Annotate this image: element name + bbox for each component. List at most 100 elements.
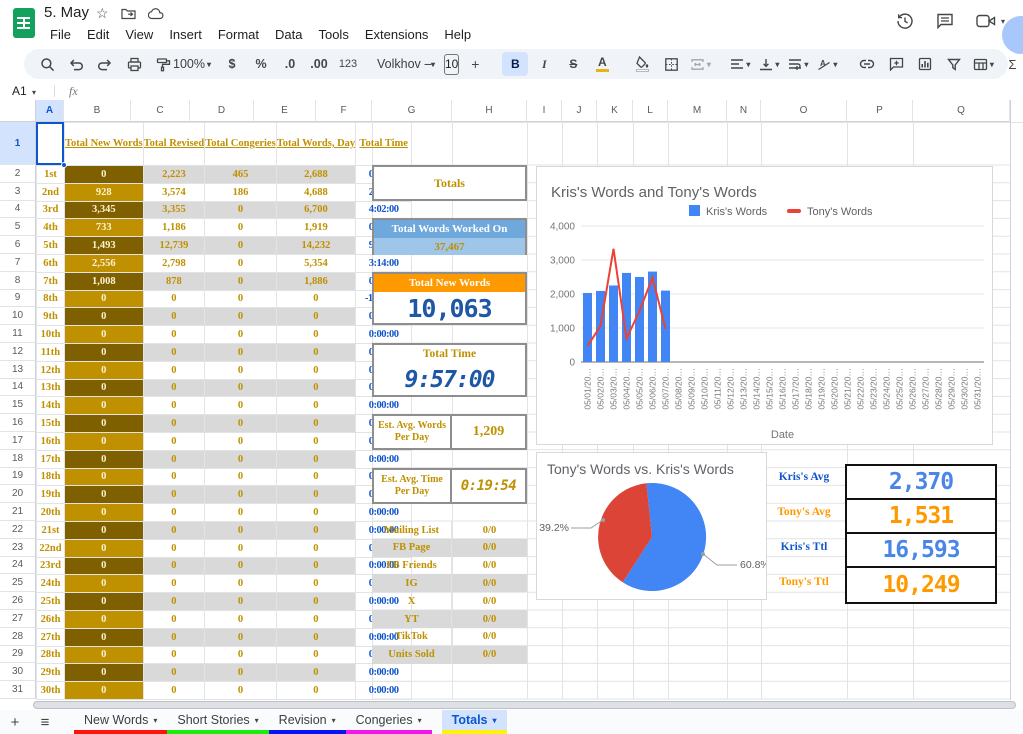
row-number-1[interactable]: 1 <box>0 122 36 165</box>
row-number-17[interactable]: 17 <box>0 432 36 450</box>
select-all-corner[interactable] <box>0 100 36 122</box>
col-header-K[interactable]: K <box>597 100 633 122</box>
cell-new-words[interactable]: 0 <box>65 557 144 575</box>
col-header-N[interactable]: N <box>727 100 761 122</box>
cell-value[interactable]: 0 <box>205 593 277 611</box>
cell-new-words[interactable]: 0 <box>65 379 144 397</box>
cell-value[interactable]: 0 <box>205 664 277 682</box>
cell-new-words[interactable]: 928 <box>65 183 144 201</box>
cell-value[interactable]: 0 <box>143 575 205 593</box>
cell-value[interactable]: 0 <box>205 397 277 415</box>
cell-day[interactable]: 1st <box>37 166 65 184</box>
cell-new-words[interactable]: 0 <box>65 415 144 433</box>
cell-day[interactable]: 2nd <box>37 183 65 201</box>
cell-value[interactable]: 0 <box>143 290 205 308</box>
cloud-saved-icon[interactable] <box>148 8 164 20</box>
cell-value[interactable]: 0 <box>143 610 205 628</box>
cell-value[interactable]: 0 <box>276 610 355 628</box>
cell-value[interactable]: 465 <box>205 166 277 184</box>
zoom-select[interactable]: 100%▾ <box>179 52 205 76</box>
cell-value[interactable]: 0 <box>276 326 355 344</box>
social-label[interactable]: YT <box>372 610 452 628</box>
insert-link-icon[interactable] <box>854 52 880 76</box>
cell-value[interactable]: 0 <box>205 557 277 575</box>
row-number-13[interactable]: 13 <box>0 361 36 379</box>
cell-day[interactable]: 15th <box>37 415 65 433</box>
col-header-Q[interactable]: Q <box>913 100 1010 122</box>
cell-value[interactable]: 0 <box>143 521 205 539</box>
cell-value[interactable]: 0 <box>143 504 205 522</box>
bold-button[interactable]: B <box>502 52 528 76</box>
menu-help[interactable]: Help <box>436 24 479 45</box>
est-avg-words-box[interactable]: Est. Avg. Words Per Day 1,209 <box>372 414 527 450</box>
col-header-L[interactable]: L <box>633 100 668 122</box>
cell-day[interactable]: 5th <box>37 237 65 255</box>
menu-edit[interactable]: Edit <box>79 24 117 45</box>
cell-value[interactable]: 878 <box>143 272 205 290</box>
cell-value[interactable]: 0 <box>205 521 277 539</box>
cell-new-words[interactable]: 0 <box>65 521 144 539</box>
social-value[interactable]: 0/0 <box>452 592 527 610</box>
social-label[interactable]: IG <box>372 574 452 592</box>
col-header-M[interactable]: M <box>668 100 727 122</box>
redo-icon[interactable] <box>92 52 118 76</box>
vertical-align-icon[interactable]: ▾ <box>756 52 782 76</box>
name-box[interactable]: A1 ▾ <box>12 84 54 98</box>
cell-day[interactable]: 23rd <box>37 557 65 575</box>
menu-tools[interactable]: Tools <box>310 24 356 45</box>
cell-value[interactable]: 0 <box>205 219 277 237</box>
cell-value[interactable]: 0 <box>276 575 355 593</box>
col-header-B[interactable]: B <box>64 100 131 122</box>
col-header-I[interactable]: I <box>527 100 562 122</box>
cell-time[interactable]: 0:00:00 <box>356 326 412 344</box>
social-label[interactable]: Units Sold <box>372 646 452 664</box>
cell-time[interactable]: 0:00:00 <box>356 450 412 468</box>
sheet-tab-congeries[interactable]: Congeries▾ <box>346 710 432 734</box>
cell-value[interactable]: 0 <box>205 682 277 700</box>
cell-value[interactable]: 0 <box>143 450 205 468</box>
cell-value[interactable]: 0 <box>143 432 205 450</box>
font-select[interactable]: Volkhov▾ <box>375 52 401 76</box>
merge-cells-icon[interactable]: ▾ <box>687 52 713 76</box>
horizontal-align-icon[interactable]: ▾ <box>727 52 753 76</box>
cell-value[interactable]: 0 <box>205 450 277 468</box>
social-label[interactable]: FB Page <box>372 539 452 557</box>
cell-value[interactable]: 0 <box>143 415 205 433</box>
cell-value[interactable]: 0 <box>143 361 205 379</box>
functions-button[interactable]: Σ <box>999 52 1023 76</box>
cell-new-words[interactable]: 1,493 <box>65 237 144 255</box>
increase-font-size-button[interactable]: + <box>462 52 488 76</box>
cell-new-words[interactable]: 0 <box>65 682 144 700</box>
cell-value[interactable]: 0 <box>276 486 355 504</box>
social-value[interactable]: 0/0 <box>452 628 527 646</box>
cell-value[interactable]: 0 <box>143 468 205 486</box>
totals-box[interactable]: Totals <box>372 165 527 201</box>
social-value[interactable]: 0/0 <box>452 539 527 557</box>
cell-value[interactable]: 0 <box>276 468 355 486</box>
cell-value[interactable]: 0 <box>205 308 277 326</box>
row-number-15[interactable]: 15 <box>0 396 36 414</box>
row-number-24[interactable]: 24 <box>0 557 36 575</box>
social-value[interactable]: 0/0 <box>452 646 527 664</box>
row-number-4[interactable]: 4 <box>0 201 36 219</box>
cell-day[interactable]: 16th <box>37 432 65 450</box>
sheet-tab-revision[interactable]: Revision▾ <box>269 710 346 734</box>
cell-value[interactable]: 0 <box>205 272 277 290</box>
cell-time[interactable]: 3:14:00 <box>356 254 412 272</box>
cell-value[interactable]: 0 <box>276 415 355 433</box>
fill-color-button[interactable] <box>629 52 655 76</box>
cell-value[interactable]: 0 <box>205 326 277 344</box>
cell-new-words[interactable]: 0 <box>65 432 144 450</box>
insert-table-icon[interactable]: ▾ <box>970 52 996 76</box>
cell-new-words[interactable]: 0 <box>65 610 144 628</box>
cell-new-words[interactable]: 0 <box>65 575 144 593</box>
cell-new-words[interactable]: 0 <box>65 593 144 611</box>
col-header-H[interactable]: H <box>452 100 527 122</box>
cell-value[interactable]: 0 <box>276 308 355 326</box>
video-call-icon[interactable]: ▾ <box>976 14 1005 28</box>
menu-extensions[interactable]: Extensions <box>357 24 437 45</box>
cell-new-words[interactable]: 0 <box>65 290 144 308</box>
cell-value[interactable]: 0 <box>143 664 205 682</box>
format-percent-button[interactable]: % <box>248 52 274 76</box>
col-header-A[interactable]: A <box>36 100 64 122</box>
